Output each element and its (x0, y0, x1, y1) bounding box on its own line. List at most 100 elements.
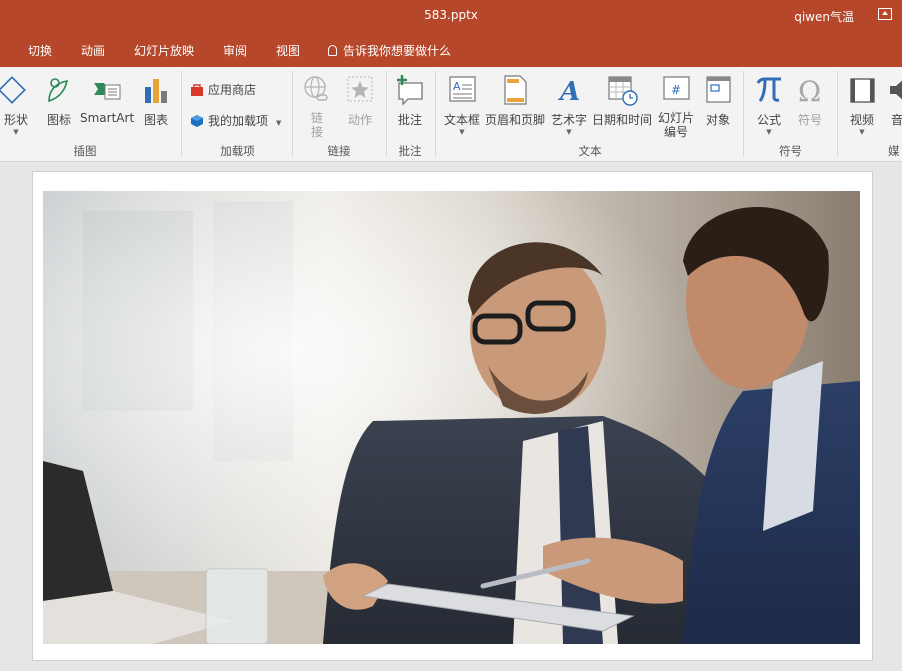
slide-number-label-line2: 编号 (663, 125, 688, 139)
tell-me-text: 告诉我你想要做什么 (343, 44, 452, 58)
speaker-icon (890, 80, 902, 100)
tab-transitions[interactable]: 切换 (28, 42, 52, 59)
wordart-button[interactable]: A 艺术字 ▼ (548, 73, 590, 136)
datetime-label: 日期和时间 (591, 113, 652, 127)
chart-icon (145, 79, 167, 103)
object-button[interactable]: 对象 (700, 73, 736, 128)
action-button[interactable]: 动作 (343, 73, 377, 128)
group-comments-label: 批注 (398, 144, 422, 158)
group-separator (292, 71, 293, 157)
tab-review[interactable]: 审阅 (223, 42, 247, 59)
symbol-button[interactable]: Ω 符号 (792, 73, 828, 128)
link-icon (304, 76, 328, 101)
store-label: 应用商店 (208, 83, 257, 97)
video-icon (850, 78, 875, 103)
comment-icon (397, 75, 423, 106)
link-label-line1: 链 (310, 111, 323, 125)
my-addins-icon (191, 115, 203, 127)
group-illustrations-label: 插图 (73, 144, 97, 158)
omega-icon: Ω (798, 75, 821, 107)
shapes-label: 形状 (3, 113, 28, 127)
shapes-icon (0, 76, 26, 104)
icons-label: 图标 (46, 113, 71, 127)
object-icon (706, 76, 731, 103)
group-separator (837, 71, 838, 157)
textbox-button[interactable]: A 文本框 ▼ (442, 73, 482, 136)
lightbulb-icon (328, 45, 337, 56)
shapes-dropdown-icon: ▼ (13, 128, 19, 136)
chart-label: 图表 (143, 113, 168, 127)
equation-dropdown-icon: ▼ (766, 128, 772, 136)
svg-text:A: A (453, 80, 461, 93)
equation-button[interactable]: 公式 ▼ (751, 73, 787, 136)
my-addins-dropdown-icon: ▼ (276, 119, 282, 127)
datetime-button[interactable]: 日期和时间 (591, 73, 653, 128)
slide-number-label-line1: 幻灯片 (657, 111, 694, 125)
slide-photo[interactable] (43, 191, 860, 644)
svg-text:#: # (671, 83, 681, 97)
textbox-label: 文本框 (443, 113, 480, 127)
comment-label: 批注 (397, 113, 422, 127)
audio-button[interactable]: 音 (886, 73, 902, 128)
my-addins-button[interactable]: 我的加载项 ▼ (190, 112, 281, 129)
calendar-clock-icon (608, 76, 638, 106)
pi-icon (756, 77, 781, 102)
equation-label: 公式 (756, 113, 781, 127)
svg-text:Ω: Ω (798, 75, 821, 107)
smartart-label: SmartArt (80, 111, 135, 125)
action-label: 动作 (347, 113, 372, 127)
user-name[interactable]: qiwen气温 (794, 8, 854, 25)
slide-number-icon: # (663, 76, 690, 100)
slide-canvas[interactable] (32, 171, 873, 661)
tell-me-search[interactable]: 告诉我你想要做什么 (328, 42, 451, 59)
title-bar: 583.pptx qiwen气温 (0, 0, 902, 33)
store-icon (191, 84, 203, 96)
comment-button[interactable]: 批注 (393, 73, 427, 128)
document-title: 583.pptx (424, 8, 478, 22)
svg-text:A: A (557, 77, 580, 107)
business-meeting-photo (43, 191, 860, 644)
smartart-button[interactable]: SmartArt (80, 73, 134, 125)
smartart-icon (94, 83, 121, 100)
link-label-line2: 接 (310, 125, 323, 139)
ribbon-display-options-icon[interactable] (878, 8, 892, 20)
group-text-label: 文本 (578, 144, 602, 158)
shapes-button[interactable]: 形状 ▼ (0, 73, 32, 136)
icons-button[interactable]: 图标 (42, 73, 76, 128)
my-addins-label: 我的加载项 (208, 114, 269, 128)
wordart-dropdown-icon: ▼ (566, 128, 572, 136)
header-footer-button[interactable]: 页眉和页脚 (484, 73, 546, 128)
object-label: 对象 (705, 113, 730, 127)
group-separator (743, 71, 744, 157)
link-button[interactable]: 链 接 (300, 73, 334, 139)
group-addins-label: 加载项 (220, 144, 255, 158)
tab-animations[interactable]: 动画 (81, 42, 105, 59)
group-separator (435, 71, 436, 157)
action-star-icon (347, 76, 373, 102)
slide-workspace (0, 162, 902, 671)
group-links-label: 链接 (327, 144, 351, 158)
group-separator (386, 71, 387, 157)
ribbon-insert: 形状 ▼ 图标 SmartArt 图表 插图 应用商店 我的加载项 ▼ 加载项 … (0, 67, 902, 162)
tab-slideshow[interactable]: 幻灯片放映 (134, 42, 194, 59)
video-label: 视频 (849, 113, 874, 127)
header-footer-label: 页眉和页脚 (484, 113, 545, 127)
ribbon-tabs: 切换 动画 幻灯片放映 审阅 视图 告诉我你想要做什么 (0, 33, 902, 67)
symbol-label: 符号 (797, 113, 822, 127)
audio-label: 音 (891, 113, 902, 127)
video-button[interactable]: 视频 ▼ (844, 73, 880, 136)
tab-view[interactable]: 视图 (276, 42, 300, 59)
icons-icon (48, 78, 69, 103)
group-separator (181, 71, 182, 157)
group-media-label: 媒 (888, 144, 900, 158)
chart-button[interactable]: 图表 (138, 73, 174, 128)
slide-number-button[interactable]: # 幻灯片 编号 (655, 73, 697, 139)
textbox-icon: A (449, 76, 476, 102)
wordart-icon: A (557, 77, 580, 107)
textbox-dropdown-icon: ▼ (459, 128, 465, 136)
group-symbols-label: 符号 (779, 144, 802, 158)
video-dropdown-icon: ▼ (859, 128, 865, 136)
store-button[interactable]: 应用商店 (190, 81, 256, 98)
header-footer-icon (504, 75, 527, 105)
wordart-label: 艺术字 (550, 113, 587, 127)
